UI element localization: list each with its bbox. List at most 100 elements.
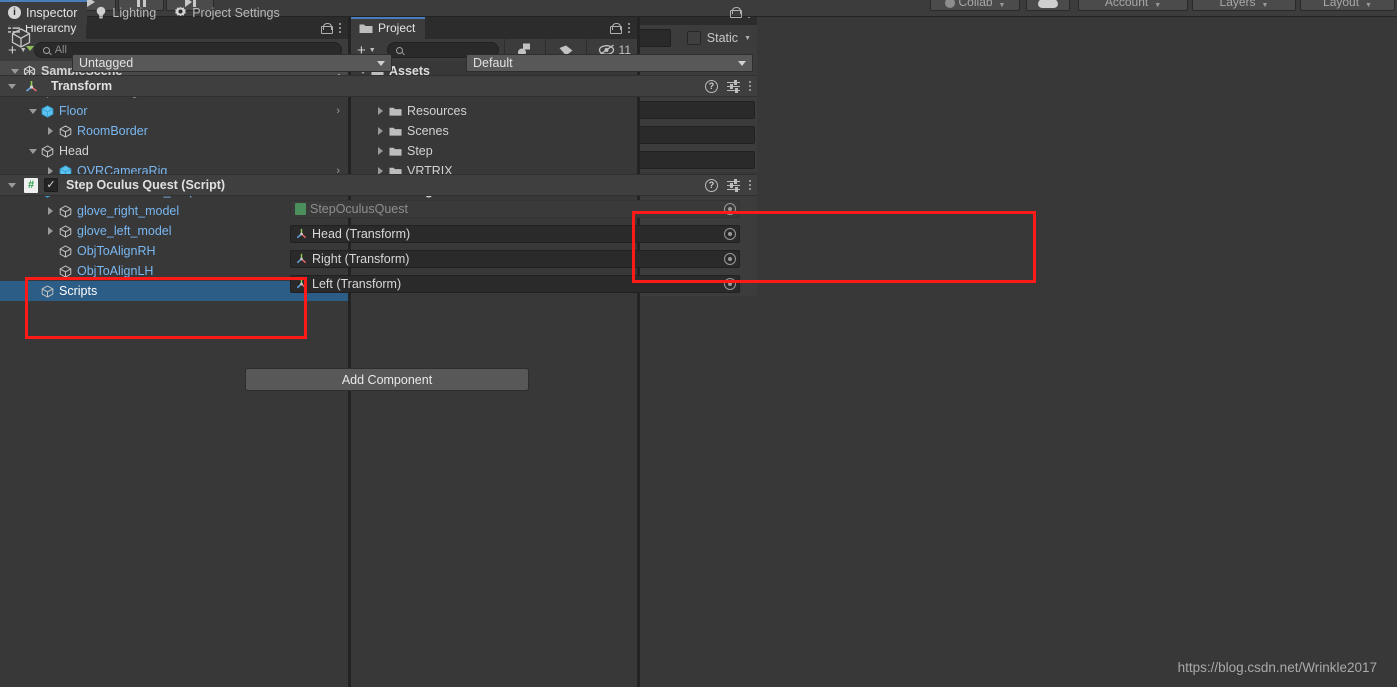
object-picker-icon[interactable]	[724, 227, 736, 240]
expand-arrow-icon[interactable]	[44, 127, 57, 135]
prefab-open-icon[interactable]: ›	[336, 105, 340, 117]
lock-icon[interactable]	[730, 7, 742, 18]
project-item-label: Scenes	[407, 124, 449, 138]
preset-icon[interactable]	[727, 79, 740, 93]
help-icon[interactable]: ?	[705, 178, 718, 192]
script-right-hand-object-field[interactable]: Right (Transform)	[290, 249, 740, 268]
prefab-cube-icon	[39, 104, 56, 118]
transform-component-header[interactable]: Transform ?	[0, 75, 757, 97]
project-menu-icon[interactable]	[628, 23, 630, 33]
script-right-hand-value: Right (Transform)	[312, 251, 410, 266]
object-picker-icon[interactable]	[724, 252, 736, 265]
tab-inspector[interactable]: i Inspector	[0, 0, 88, 25]
gear-icon	[175, 6, 187, 17]
layer-dropdown[interactable]: Default	[466, 54, 753, 72]
collapse-arrow-icon[interactable]	[5, 182, 18, 188]
script-script-value: StepOculusQuest	[310, 201, 408, 216]
folder-icon	[389, 127, 402, 136]
chevron-down-icon: ▼	[1154, 2, 1162, 9]
info-icon: i	[8, 6, 21, 19]
gameobject-icon	[8, 27, 34, 51]
object-picker-icon[interactable]	[724, 277, 736, 290]
transform-component-icons: ?	[705, 79, 751, 93]
folder-icon	[387, 146, 404, 157]
project-item-scenes[interactable]: Scenes	[351, 121, 637, 141]
hierarchy-item-label: Floor	[59, 104, 88, 118]
expand-arrow-icon[interactable]	[8, 68, 21, 74]
script-lef-hand-value: Left (Transform)	[312, 276, 402, 291]
tab-project[interactable]: Project	[351, 17, 426, 39]
hierarchy-item-label: glove_right_model	[77, 204, 180, 218]
chevron-down-icon: ▼	[1365, 2, 1372, 9]
add-component-label: Add Component	[341, 372, 433, 387]
layout-label: Layout	[1323, 0, 1360, 9]
hierarchy-search-placeholder: All	[54, 44, 67, 56]
cube-icon	[57, 204, 74, 218]
tag-dropdown[interactable]: Untagged	[72, 54, 392, 72]
preset-icon[interactable]	[727, 178, 740, 192]
project-item-resources[interactable]: Resources	[351, 101, 637, 121]
hierarchy-item-label: RoomBorder	[77, 124, 148, 138]
expand-arrow-icon[interactable]	[374, 147, 387, 155]
hierarchy-item-label: Head	[59, 144, 89, 158]
script-lef-hand-object-field[interactable]: Left (Transform)	[290, 274, 740, 293]
transform-icon	[296, 228, 307, 239]
component-menu-icon[interactable]	[749, 81, 751, 91]
script-component-icons: ?	[705, 178, 751, 192]
object-picker-icon[interactable]	[724, 202, 736, 215]
add-component-button[interactable]: Add Component	[245, 368, 529, 391]
cloud-button[interactable]	[1026, 0, 1070, 11]
expand-arrow-icon[interactable]	[44, 207, 57, 215]
panel-divider-2[interactable]	[637, 17, 640, 687]
folder-icon	[387, 126, 404, 137]
hierarchy-item-head[interactable]: Head	[0, 141, 348, 161]
expand-arrow-icon[interactable]	[374, 127, 387, 135]
script-head-value: Head (Transform)	[312, 226, 411, 241]
cube-icon	[59, 124, 72, 138]
script-head-object-field[interactable]: Head (Transform)	[290, 224, 740, 243]
script-component-title: Step Oculus Quest (Script)	[66, 178, 226, 192]
search-icon	[42, 46, 50, 54]
layout-button[interactable]: Layout ▼	[1300, 0, 1395, 11]
expand-arrow-icon[interactable]	[374, 107, 387, 115]
tab-lighting-label: Lighting	[112, 5, 157, 20]
hierarchy-item-floor[interactable]: Floor ›	[0, 101, 348, 121]
tag-layer-row: Tag Untagged Layer Default	[0, 51, 757, 75]
hierarchy-menu-icon[interactable]	[339, 23, 341, 33]
tag-value: Untagged	[79, 56, 134, 70]
static-toggle[interactable]: Static ▼	[679, 31, 757, 45]
expand-arrow-icon[interactable]	[44, 227, 57, 235]
hierarchy-item-roomborder[interactable]: RoomBorder	[0, 121, 348, 141]
tab-project-settings[interactable]: Project Settings	[166, 0, 290, 25]
expand-arrow-icon[interactable]	[26, 148, 39, 154]
chevron-down-icon: ▼	[998, 2, 1006, 9]
expand-arrow-icon[interactable]	[26, 108, 39, 114]
script-component-header[interactable]: # ✓ Step Oculus Quest (Script) ?	[0, 174, 757, 196]
script-script-object-field[interactable]: StepOculusQuest	[290, 199, 740, 218]
cube-icon	[39, 284, 56, 298]
component-menu-icon[interactable]	[749, 180, 751, 190]
script-enabled-checkbox[interactable]: ✓	[44, 178, 58, 192]
prefab-cube-icon	[41, 104, 54, 118]
help-icon[interactable]: ?	[705, 79, 718, 93]
csharp-script-icon: #	[24, 177, 38, 193]
unity-editor-window: Collab ▼ Account ▼ Layers ▼ Layout ▼ Hie…	[0, 0, 1397, 687]
lock-icon[interactable]	[610, 22, 622, 34]
dropdown-caret-icon	[26, 46, 34, 51]
tab-project-settings-label: Project Settings	[192, 5, 280, 20]
static-checkbox[interactable]	[686, 31, 701, 45]
lock-icon[interactable]	[321, 22, 333, 34]
account-button[interactable]: Account ▼	[1078, 0, 1188, 11]
collab-label: Collab	[958, 0, 993, 9]
light-icon	[97, 6, 106, 19]
collab-button[interactable]: Collab ▼	[930, 0, 1020, 11]
hierarchy-item-label: Scripts	[59, 284, 98, 298]
tab-lighting[interactable]: Lighting	[87, 0, 166, 25]
layers-button[interactable]: Layers ▼	[1192, 0, 1296, 11]
collab-icon	[944, 0, 955, 8]
project-item-step[interactable]: Step	[351, 141, 637, 161]
collapse-arrow-icon[interactable]	[5, 83, 18, 89]
chevron-down-icon	[377, 60, 385, 66]
cloud-icon	[1038, 0, 1058, 8]
hierarchy-item-label: ObjToAlignLH	[77, 264, 154, 278]
